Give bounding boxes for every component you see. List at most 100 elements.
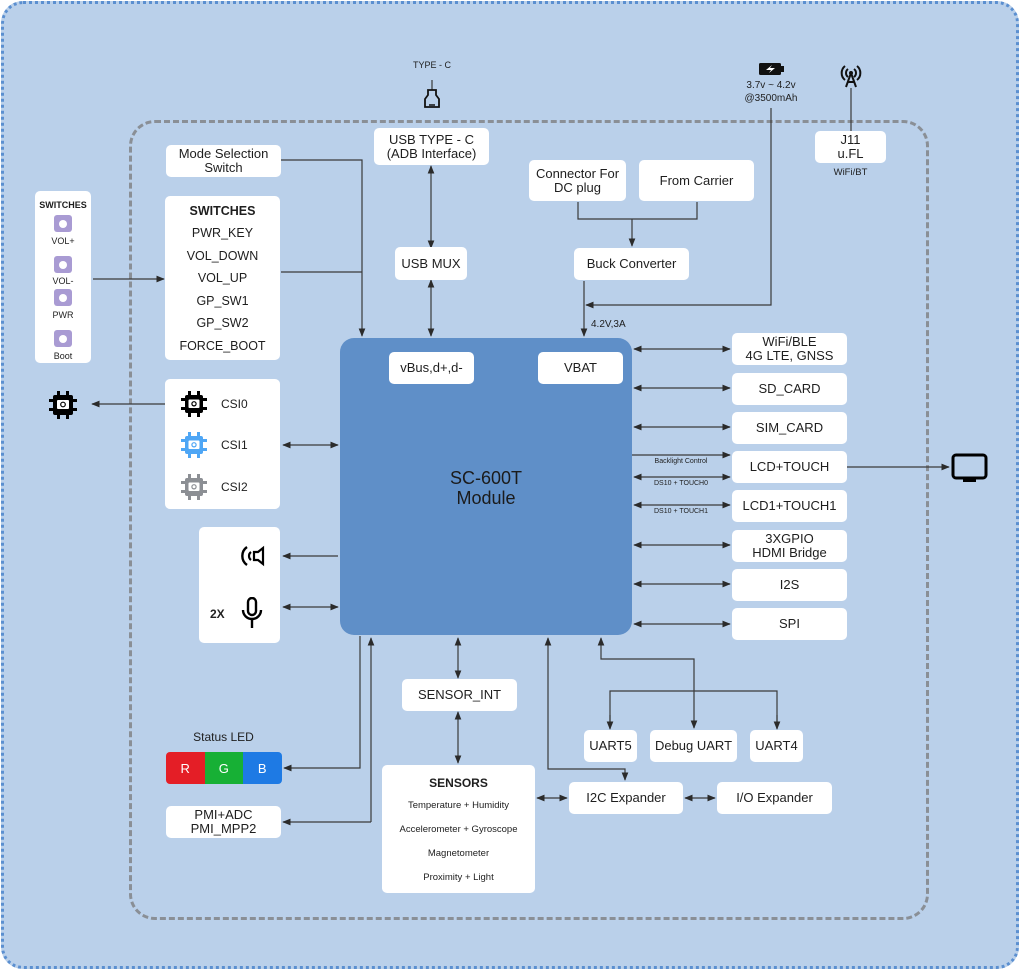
battery-capacity: @3500mAh	[744, 93, 798, 104]
switch-item: VOL_DOWN	[186, 248, 259, 263]
speaker-icon	[241, 545, 265, 567]
switches-title: SWITCHES	[189, 203, 256, 218]
pmi-box: PMI+ADC PMI_MPP2	[166, 806, 281, 838]
peripheral-box: 3XGPIO HDMI Bridge	[732, 530, 847, 562]
battery-spec: 3.7v ~ 4.2v @3500mAh	[731, 79, 811, 105]
physical-switch-panel: SWITCHES VOL+ VOL- PWR Boot	[35, 191, 91, 363]
io-expander-box: I/O Expander	[717, 782, 832, 814]
mode-selection-switch: Mode Selection Switch	[166, 145, 281, 177]
usb-plug-icon	[424, 89, 440, 108]
switches-box: SWITCHES PWR_KEY VOL_DOWN VOL_UP GP_SW1 …	[165, 196, 280, 360]
debug-uart-box: Debug UART	[650, 730, 737, 762]
wire-mode-switch	[281, 159, 366, 337]
dsi0-label: DS10 + TOUCH0	[653, 480, 708, 487]
usb-port-box: vBus,d+,d-	[389, 352, 474, 384]
peripheral-label: 4G LTE, GNSS	[745, 348, 834, 363]
mic-count: 2X	[210, 607, 225, 621]
power-rating-label: 4.2V,3A	[591, 319, 626, 330]
block-diagram: TYPE - C 3.7v ~ 4.2v @3500mAh Mode Selec…	[0, 0, 1024, 974]
peripheral-box: LCD1+TOUCH1	[732, 490, 847, 522]
vbat-port-box: VBAT	[538, 352, 623, 384]
peripheral-box: SPI	[732, 608, 847, 640]
peripheral-box: LCD+TOUCH	[732, 451, 847, 483]
camera-label: CSI1	[221, 438, 248, 452]
antenna-icon	[840, 65, 862, 88]
camera-module-icon	[181, 391, 207, 417]
pmi-line1: PMI+ADC	[194, 807, 253, 822]
boot-button[interactable]	[54, 330, 72, 347]
vol-up-label: VOL+	[51, 236, 75, 246]
backlight-label: Backlight Control	[654, 458, 708, 465]
sensors-title: SENSORS	[429, 776, 488, 790]
sensor-item: Proximity + Light	[423, 872, 494, 883]
vol-down-label: VOL-	[52, 276, 74, 286]
switch-item: PWR_KEY	[191, 226, 254, 240]
status-led-segment: B	[243, 752, 282, 784]
peripheral-box: SIM_CARD	[732, 412, 847, 444]
peripheral-box: SD_CARD	[732, 373, 847, 405]
power-button[interactable]	[54, 289, 72, 306]
dc-connector-line2: DC plug	[554, 179, 601, 195]
boot-label: Boot	[53, 351, 73, 361]
status-led-segment: R	[166, 752, 205, 784]
switch-item: GP_SW2	[196, 316, 249, 330]
j11-line2: u.FL	[837, 146, 864, 161]
usb-mux-box: USB MUX	[395, 247, 467, 280]
peripheral-label: HDMI Bridge	[752, 545, 827, 560]
uart4-box: UART4	[750, 730, 803, 762]
external-camera-icon	[49, 391, 77, 419]
status-led-segment: G	[204, 752, 243, 784]
peripheral-label: I2S	[779, 577, 800, 592]
switch-item: FORCE_BOOT	[179, 338, 266, 353]
peripheral-label: SIM_CARD	[755, 420, 824, 435]
wire-status-led	[283, 636, 361, 772]
dsi1-label: DS10 + TOUCH1	[653, 508, 708, 515]
peripheral-label: 3XGPIO	[765, 531, 814, 546]
battery-icon	[759, 63, 784, 75]
battery-voltage: 3.7v ~ 4.2v	[746, 80, 796, 91]
peripheral-label: SD_CARD	[758, 381, 821, 396]
module-title: SC-600T Module	[340, 468, 632, 508]
module-title-line2: Module	[456, 488, 516, 508]
microphone-icon	[241, 597, 263, 628]
switch-item: VOL_UP	[197, 271, 248, 285]
peripheral-label: LCD1+TOUCH1	[742, 498, 837, 513]
vol-down-button[interactable]	[54, 256, 72, 273]
i2c-expander-box: I2C Expander	[569, 782, 683, 814]
uart5-box: UART5	[584, 730, 637, 762]
peripheral-box: I2S	[732, 569, 847, 601]
peripheral-label: SPI	[779, 616, 800, 631]
pmi-line2: PMI_MPP2	[190, 821, 257, 836]
antenna-caption: WiFi/BT	[833, 167, 868, 178]
j11-line1: J11	[840, 132, 861, 147]
mode-switch-line2: Switch	[204, 160, 243, 175]
camera-label: CSI0	[221, 397, 248, 411]
status-led-title: Status LED	[193, 730, 254, 744]
peripheral-box: WiFi/BLE 4G LTE, GNSS	[732, 333, 847, 365]
power-label: PWR	[52, 310, 74, 320]
vol-up-button[interactable]	[54, 215, 72, 232]
wire-debug-uart	[597, 637, 698, 729]
sensor-item: Accelerometer + Gyroscope	[399, 824, 518, 835]
display-monitor-icon	[951, 453, 988, 482]
sensor-item: Temperature + Humidity	[407, 800, 510, 811]
buck-converter-box: Buck Converter	[574, 248, 689, 280]
wire-power-merge	[577, 202, 698, 220]
switch-panel-title: SWITCHES	[39, 200, 87, 210]
peripheral-label: WiFi/BLE	[762, 334, 817, 349]
usb-typec-line2: (ADB Interface)	[386, 145, 477, 161]
camera-label: CSI2	[221, 480, 248, 494]
dc-connector-line1: Connector For	[535, 165, 620, 181]
dc-connector-box: Connector For DC plug	[529, 160, 626, 201]
peripheral-label: LCD+TOUCH	[749, 459, 830, 474]
type-c-label: TYPE - C	[412, 60, 451, 70]
sensor-int-box: SENSOR_INT	[402, 679, 517, 711]
module-title-line1: SC-600T	[449, 468, 523, 488]
from-carrier-box: From Carrier	[639, 160, 754, 201]
usb-typec-line1: USB TYPE - C	[388, 131, 474, 147]
camera-module-icon	[181, 432, 207, 458]
mode-switch-line1: Mode Selection	[178, 146, 269, 161]
usb-typec-box: USB TYPE - C (ADB Interface)	[374, 128, 489, 165]
j11-ufl-box: J11 u.FL	[815, 131, 886, 163]
sensor-item: Magnetometer	[427, 848, 490, 859]
